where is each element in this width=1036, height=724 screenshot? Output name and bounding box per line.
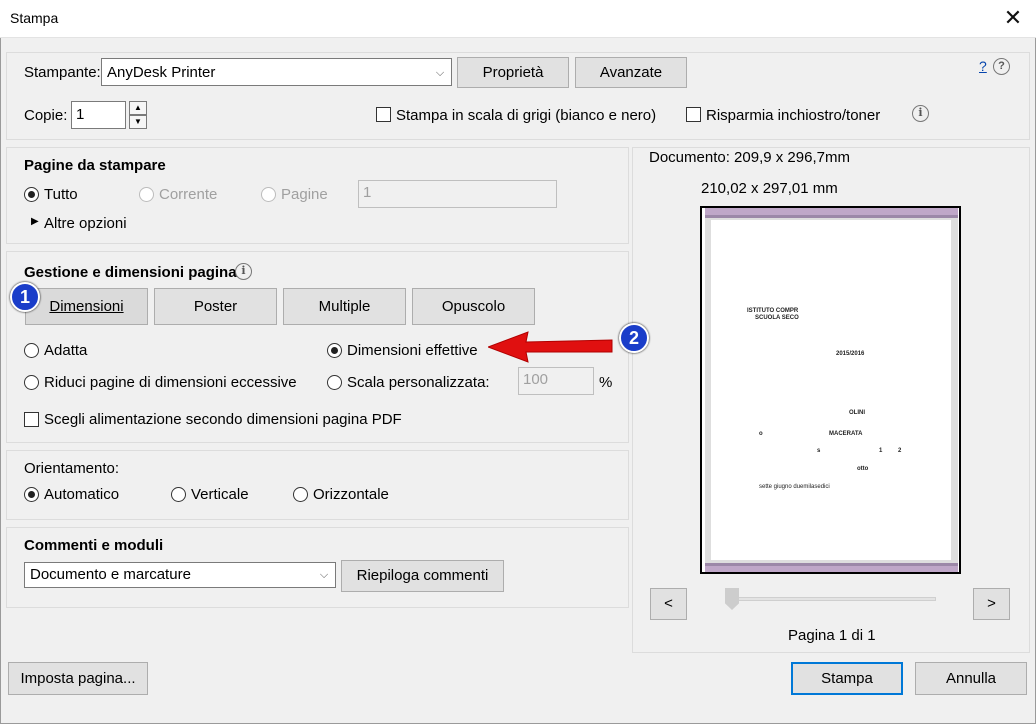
radio-shrink[interactable] xyxy=(24,375,39,390)
doc-line: s xyxy=(817,448,821,454)
grayscale-checkbox[interactable] xyxy=(376,107,391,122)
save-ink-checkbox[interactable] xyxy=(686,107,701,122)
radio-current-label: Corrente xyxy=(159,186,218,203)
radio-custom-scale-label: Scala personalizzata: xyxy=(347,374,490,391)
page-preview: ISTITUTO COMPR SCUOLA SECO 2015/2016 OLI… xyxy=(700,206,961,574)
cancel-button[interactable]: Annulla xyxy=(915,662,1027,695)
radio-fit-label: Adatta xyxy=(44,342,88,359)
radio-actual-size[interactable] xyxy=(327,343,342,358)
page-slider-track[interactable] xyxy=(728,597,936,601)
comments-title: Commenti e moduli xyxy=(24,537,164,554)
close-icon[interactable]: ✕ xyxy=(998,4,1028,34)
radio-portrait-label: Verticale xyxy=(191,486,249,503)
copies-label: Copie: xyxy=(24,107,68,124)
page-setup-button[interactable]: Imposta pagina... xyxy=(8,662,148,695)
info-icon[interactable]: i xyxy=(912,105,929,122)
radio-pages[interactable] xyxy=(261,187,276,202)
more-options-link[interactable]: Altre opzioni xyxy=(44,215,127,232)
radio-auto[interactable] xyxy=(24,487,39,502)
choose-source-checkbox[interactable] xyxy=(24,412,39,427)
next-page-button[interactable]: > xyxy=(973,588,1010,620)
tab-multiple[interactable]: Multiple xyxy=(283,288,406,325)
pages-title: Pagine da stampare xyxy=(24,157,166,174)
radio-landscape-label: Orizzontale xyxy=(313,486,389,503)
radio-all-label: Tutto xyxy=(44,186,78,203)
radio-current[interactable] xyxy=(139,187,154,202)
choose-source-label: Scegli alimentazione secondo dimensioni … xyxy=(44,411,402,428)
tab-dimensions[interactable]: Dimensioni xyxy=(25,288,148,325)
doc-line: otto xyxy=(857,466,869,472)
expand-triangle-icon[interactable]: ▶ xyxy=(31,216,39,227)
radio-landscape[interactable] xyxy=(293,487,308,502)
copies-input[interactable]: 1 xyxy=(71,101,126,129)
chevron-down-icon: ⌵ xyxy=(319,569,329,581)
radio-portrait[interactable] xyxy=(171,487,186,502)
save-ink-label: Risparmia inchiostro/toner xyxy=(706,107,881,124)
window-title: Stampa xyxy=(10,10,59,26)
doc-line: sette giugno duemilasedici xyxy=(759,484,830,490)
doc-line: 1 xyxy=(879,448,883,454)
radio-all[interactable] xyxy=(24,187,39,202)
page-counter: Pagina 1 di 1 xyxy=(788,627,876,644)
percent-label: % xyxy=(599,374,613,391)
printer-label: Stampante: xyxy=(24,64,101,81)
preview-page-content: ISTITUTO COMPR SCUOLA SECO 2015/2016 OLI… xyxy=(711,220,951,560)
radio-auto-label: Automatico xyxy=(44,486,120,503)
printer-select[interactable]: AnyDesk Printer ⌵ xyxy=(101,58,452,86)
sizing-info-icon[interactable]: i xyxy=(235,263,252,280)
radio-custom-scale[interactable] xyxy=(327,375,342,390)
tab-booklet[interactable]: Opuscolo xyxy=(412,288,535,325)
radio-fit[interactable] xyxy=(24,343,39,358)
page-size-label: 210,02 x 297,01 mm xyxy=(701,180,838,197)
doc-line: OLINI xyxy=(849,410,865,416)
radio-actual-size-label: Dimensioni effettive xyxy=(347,342,478,359)
annotation-badge-1: 1 xyxy=(10,282,40,312)
annotation-arrow-icon xyxy=(488,331,613,363)
title-bar: Stampa ✕ xyxy=(0,0,1036,38)
preview-top-band xyxy=(705,208,958,218)
printer-selected: AnyDesk Printer xyxy=(107,64,216,81)
summarize-comments-button[interactable]: Riepiloga commenti xyxy=(341,560,504,592)
radio-shrink-label: Riduci pagine di dimensioni eccessive xyxy=(44,374,297,391)
properties-button[interactable]: Proprietà xyxy=(457,57,569,88)
chevron-down-icon: ⌵ xyxy=(435,67,445,79)
comments-select[interactable]: Documento e marcature ⌵ xyxy=(24,562,336,588)
tab-dimensions-label: Dimensioni xyxy=(49,298,124,315)
copies-down-button[interactable]: ▼ xyxy=(129,115,147,129)
grayscale-label: Stampa in scala di grigi (bianco e nero) xyxy=(396,107,657,124)
preview-bottom-band xyxy=(705,563,958,572)
tab-poster[interactable]: Poster xyxy=(154,288,277,325)
doc-line: o xyxy=(759,431,763,437)
doc-size-label: Documento: 209,9 x 296,7mm xyxy=(649,149,850,166)
advanced-button[interactable]: Avanzate xyxy=(575,57,687,88)
annotation-badge-2: 2 xyxy=(619,323,649,353)
comments-selected: Documento e marcature xyxy=(30,566,191,583)
orientation-title: Orientamento: xyxy=(24,460,120,477)
doc-line: ISTITUTO COMPR xyxy=(747,308,799,314)
pages-range-input[interactable]: 1 xyxy=(358,180,557,208)
doc-line: 2015/2016 xyxy=(836,351,865,357)
doc-line: SCUOLA SECO xyxy=(755,315,799,321)
help-link[interactable]: ? xyxy=(979,58,987,74)
doc-line: MACERATA xyxy=(829,431,863,437)
radio-pages-label: Pagine xyxy=(281,186,328,203)
help-icon[interactable]: ? xyxy=(993,58,1010,75)
print-button[interactable]: Stampa xyxy=(791,662,903,695)
doc-line: 2 xyxy=(898,448,902,454)
prev-page-button[interactable]: < xyxy=(650,588,687,620)
copies-up-button[interactable]: ▲ xyxy=(129,101,147,115)
sizing-title: Gestione e dimensioni pagina xyxy=(24,264,237,281)
scale-input[interactable]: 100 xyxy=(518,367,594,395)
